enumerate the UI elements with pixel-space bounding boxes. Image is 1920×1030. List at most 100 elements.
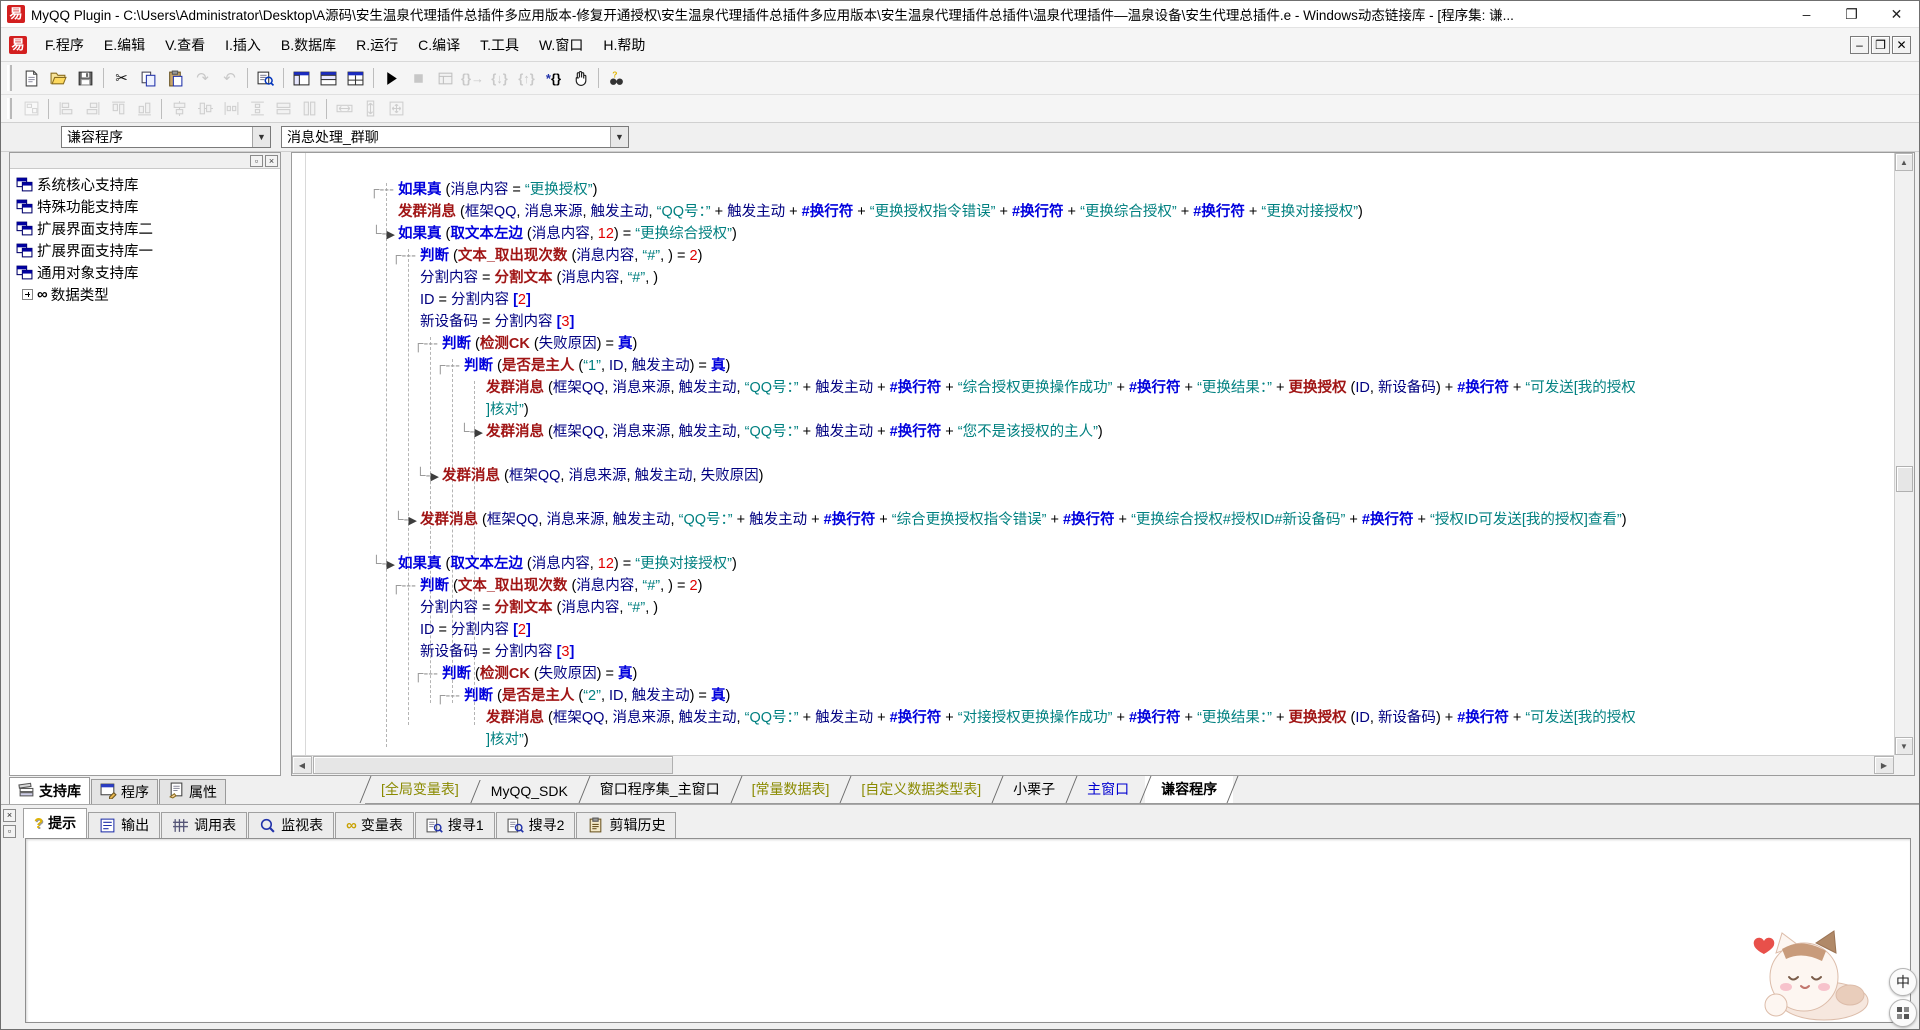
space-down-icon[interactable] [244, 97, 270, 120]
menu-item-i[interactable]: I.插入 [215, 31, 271, 59]
code-line[interactable]: 发群消息 (框架QQ, 消息来源, 触发主动, “QQ号：” + 触发主动 + … [306, 201, 1894, 223]
help-find-icon[interactable]: ? [603, 66, 630, 91]
scroll-down-icon[interactable]: ▼ [1895, 737, 1913, 755]
chevron-down-icon[interactable]: ▼ [252, 127, 270, 147]
align-right-icon[interactable] [79, 97, 105, 120]
routine-combobox[interactable]: 消息处理_群聊 ▼ [281, 126, 629, 148]
document-tab[interactable]: 谦容程序 [1145, 776, 1233, 803]
menu-item-v[interactable]: V.查看 [155, 31, 215, 59]
horizontal-scroll-thumb[interactable] [313, 756, 673, 774]
align-bottom-icon[interactable] [131, 97, 157, 120]
code-area[interactable]: ┌--- 如果真 (消息内容 = “更换授权”)发群消息 (框架QQ, 消息来源… [306, 153, 1894, 755]
output-area[interactable] [25, 838, 1911, 1023]
tree-item-library[interactable]: 特殊功能支持库 [12, 195, 278, 217]
mdi-minimize-button[interactable]: – [1850, 36, 1869, 54]
step-into-icon[interactable]: {↓} [486, 66, 513, 91]
toolbar-grip[interactable] [7, 65, 12, 91]
panel-tab-支持库[interactable]: 支持库 [9, 777, 90, 804]
stop-icon[interactable] [405, 66, 432, 91]
form-grid-icon[interactable] [18, 97, 44, 120]
code-line[interactable]: 新设备码 = 分割内容 [3] [306, 311, 1894, 333]
scroll-left-icon[interactable]: ◀ [292, 756, 312, 774]
code-line[interactable]: ]核对”) [306, 729, 1894, 751]
bottom-tab-搜寻2[interactable]: 搜寻2 [496, 812, 576, 838]
panel-tab-程序[interactable]: 程序 [91, 779, 158, 804]
pause-icon[interactable] [567, 66, 594, 91]
panel-float-button[interactable]: ▫ [250, 155, 263, 167]
bottom-tab-变量表[interactable]: ∞变量表 [335, 812, 414, 838]
expand-icon[interactable] [22, 289, 33, 300]
cut-icon[interactable]: ✂ [108, 66, 135, 91]
ime-language-button[interactable]: 中 [1889, 968, 1917, 996]
menu-item-h[interactable]: H.帮助 [593, 31, 655, 59]
scroll-track[interactable] [673, 756, 1874, 775]
bottom-tab-输出[interactable]: 输出 [88, 812, 160, 838]
undo-icon[interactable]: ↶ [216, 66, 243, 91]
mdi-close-button[interactable]: ✕ [1892, 36, 1911, 54]
center-vertical-icon[interactable] [192, 97, 218, 120]
size-width-icon[interactable] [331, 97, 357, 120]
menu-item-b[interactable]: B.数据库 [271, 31, 346, 59]
menu-item-t[interactable]: T.工具 [470, 31, 529, 59]
bottom-panel-float-button[interactable]: ▫ [3, 825, 16, 838]
debug-window-icon[interactable] [432, 66, 459, 91]
code-line[interactable] [306, 531, 1894, 553]
menu-item-w[interactable]: W.窗口 [529, 31, 593, 59]
document-tab[interactable]: [常量数据表] [736, 776, 846, 803]
tree-item-library[interactable]: 扩展界面支持库二 [12, 217, 278, 239]
width-same-icon[interactable] [270, 97, 296, 120]
document-tab[interactable]: MyQQ_SDK [475, 780, 584, 803]
code-line[interactable]: ┌--- 判断 (文本_取出现次数 (消息内容, “#”, ) = 2) [306, 575, 1894, 597]
redo-icon[interactable]: ↷ [189, 66, 216, 91]
chevron-down-icon[interactable]: ▼ [610, 127, 628, 147]
size-height-icon[interactable] [357, 97, 383, 120]
bottom-tab-搜寻1[interactable]: 搜寻1 [415, 812, 495, 838]
code-line[interactable]: └-▶ 如果真 (取文本左边 (消息内容, 12) = “更换对接授权”) [306, 553, 1894, 575]
toolbar-grip[interactable] [7, 98, 12, 120]
document-tab[interactable]: 窗口程序集_主窗口 [584, 776, 736, 803]
size-both-icon[interactable] [383, 97, 409, 120]
center-horizontal-icon[interactable] [166, 97, 192, 120]
menu-item-f[interactable]: F.程序 [35, 31, 94, 59]
code-line[interactable]: ID = 分割内容 [2] [306, 619, 1894, 641]
open-icon[interactable] [45, 66, 72, 91]
code-line[interactable]: ┌--- 判断 (文本_取出现次数 (消息内容, “#”, ) = 2) [306, 245, 1894, 267]
copy-icon[interactable] [135, 66, 162, 91]
tree-item-library[interactable]: 系统核心支持库 [12, 173, 278, 195]
step-out-icon[interactable]: {↑} [513, 66, 540, 91]
align-left-icon[interactable] [53, 97, 79, 120]
code-line[interactable]: ┌--- 如果真 (消息内容 = “更换授权”) [306, 179, 1894, 201]
code-line[interactable]: ┌--- 判断 (是否是主人 (“1”, ID, 触发主动) = 真) [306, 355, 1894, 377]
mdi-restore-button[interactable]: ❐ [1871, 36, 1890, 54]
code-line[interactable] [306, 443, 1894, 465]
vertical-scrollbar[interactable]: ▲ ▼ [1894, 153, 1914, 755]
bottom-tab-剪辑历史[interactable]: 剪辑历史 [576, 812, 676, 838]
bottom-panel-close-button[interactable]: × [3, 809, 16, 822]
layout-top-icon[interactable] [315, 66, 342, 91]
find-icon[interactable] [252, 66, 279, 91]
document-tab[interactable]: 小栗子 [997, 776, 1071, 803]
run-icon[interactable] [378, 66, 405, 91]
program-combobox[interactable]: 谦容程序 ▼ [61, 126, 271, 148]
code-line[interactable]: 分割内容 = 分割文本 (消息内容, “#”, ) [306, 267, 1894, 289]
tree-item-library[interactable]: 扩展界面支持库一 [12, 239, 278, 261]
code-line[interactable]: ┌--- 判断 (检测CK (失败原因) = 真) [306, 663, 1894, 685]
code-line[interactable]: ┌--- 判断 (是否是主人 (“2”, ID, 触发主动) = 真) [306, 685, 1894, 707]
tree-item-data-types[interactable]: ∞数据类型 [12, 283, 278, 305]
minimize-button[interactable]: – [1784, 1, 1829, 27]
code-line[interactable]: └-▶ 发群消息 (框架QQ, 消息来源, 触发主动, “QQ号：” + 触发主… [306, 421, 1894, 443]
code-line[interactable]: ]核对”) [306, 399, 1894, 421]
layout-grid-icon[interactable] [342, 66, 369, 91]
code-editor[interactable]: ┌--- 如果真 (消息内容 = “更换授权”)发群消息 (框架QQ, 消息来源… [291, 152, 1915, 776]
paste-icon[interactable] [162, 66, 189, 91]
tree-item-library[interactable]: 通用对象支持库 [12, 261, 278, 283]
code-line[interactable]: └-▶ 发群消息 (框架QQ, 消息来源, 触发主动, “QQ号：” + 触发主… [306, 509, 1894, 531]
code-line[interactable]: 发群消息 (框架QQ, 消息来源, 触发主动, “QQ号：” + 触发主动 + … [306, 707, 1894, 729]
layout-left-icon[interactable] [288, 66, 315, 91]
code-line[interactable]: └-▶ 如果真 (取文本左边 (消息内容, 12) = “更换综合授权”) [306, 223, 1894, 245]
document-tab[interactable]: 主窗口 [1071, 776, 1145, 803]
close-button[interactable]: ✕ [1874, 1, 1919, 27]
horizontal-scrollbar[interactable]: ◀ ▶ [292, 755, 1894, 775]
menu-item-r[interactable]: R.运行 [346, 31, 408, 59]
panel-tab-属性[interactable]: 属性 [159, 779, 226, 804]
